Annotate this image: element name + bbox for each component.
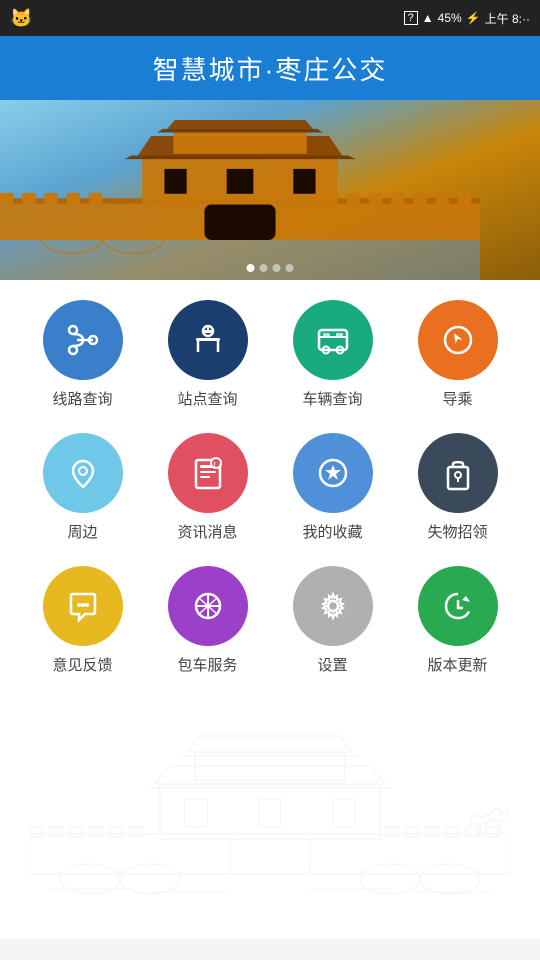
status-bar: 🐱 ? ▲ 45% ⚡ 上午 8:·· xyxy=(0,0,540,36)
feedback-icon-bg xyxy=(43,566,123,646)
route-query-icon-bg xyxy=(43,300,123,380)
app-title: 智慧城市·枣庄公交 xyxy=(153,50,388,87)
cat-icon: 🐱 xyxy=(10,8,32,29)
charter-icon-bg xyxy=(168,566,248,646)
grid-row-2: 周边 ! 资讯消息 我的收藏 xyxy=(20,433,520,542)
svg-text:!: ! xyxy=(213,462,215,469)
hero-dot-1[interactable] xyxy=(247,264,255,272)
settings-label: 设置 xyxy=(317,654,347,675)
stop-icon xyxy=(188,320,228,360)
hero-pagination xyxy=(247,264,294,272)
menu-item-stop-query[interactable]: 站点查询 xyxy=(153,300,263,409)
nearby-label: 周边 xyxy=(67,521,97,542)
watermark-building xyxy=(30,724,510,924)
menu-item-vehicle-query[interactable]: 车辆查询 xyxy=(278,300,388,409)
hero-banner[interactable] xyxy=(0,100,540,280)
feedback-icon xyxy=(63,586,103,626)
vehicle-icon xyxy=(313,320,353,360)
time-display: 上午 8:·· xyxy=(485,10,530,27)
guide-label: 导乘 xyxy=(442,388,472,409)
guide-icon-bg xyxy=(418,300,498,380)
hero-dot-4[interactable] xyxy=(286,264,294,272)
news-icon-bg: ! xyxy=(168,433,248,513)
charter-icon xyxy=(188,586,228,626)
news-icon: ! xyxy=(188,453,228,493)
grid-row-3: 意见反馈 包车服务 设置 xyxy=(20,566,520,675)
lost-icon xyxy=(438,453,478,493)
favorites-icon xyxy=(313,453,353,493)
nearby-icon xyxy=(63,453,103,493)
settings-icon-bg xyxy=(293,566,373,646)
app-header: 智慧城市·枣庄公交 xyxy=(0,36,540,100)
menu-item-charter[interactable]: 包车服务 xyxy=(153,566,263,675)
menu-item-news[interactable]: ! 资讯消息 xyxy=(153,433,263,542)
charging-icon: ⚡ xyxy=(466,11,481,25)
hero-building-illustration xyxy=(0,120,480,280)
nearby-icon-bg xyxy=(43,433,123,513)
news-label: 资讯消息 xyxy=(177,521,237,542)
menu-item-nearby[interactable]: 周边 xyxy=(28,433,138,542)
lost-found-icon-bg xyxy=(418,433,498,513)
charter-label: 包车服务 xyxy=(177,654,237,675)
menu-item-feedback[interactable]: 意见反馈 xyxy=(28,566,138,675)
bottom-watermark xyxy=(0,709,540,939)
hero-dot-2[interactable] xyxy=(260,264,268,272)
menu-item-update[interactable]: 版本更新 xyxy=(403,566,513,675)
update-icon xyxy=(438,586,478,626)
menu-item-guide[interactable]: 导乘 xyxy=(403,300,513,409)
stop-query-label: 站点查询 xyxy=(177,388,237,409)
main-menu-grid: 线路查询 站点查询 xyxy=(0,280,540,709)
grid-row-1: 线路查询 站点查询 xyxy=(20,300,520,409)
lost-found-label: 失物招领 xyxy=(427,521,487,542)
menu-item-settings[interactable]: 设置 xyxy=(278,566,388,675)
update-label: 版本更新 xyxy=(427,654,487,675)
favorites-icon-bg xyxy=(293,433,373,513)
menu-item-lost-found[interactable]: 失物招领 xyxy=(403,433,513,542)
feedback-label: 意见反馈 xyxy=(52,654,112,675)
vehicle-query-label: 车辆查询 xyxy=(302,388,362,409)
signal-icon: ▲ xyxy=(422,11,434,25)
favorites-label: 我的收藏 xyxy=(302,521,362,542)
update-icon-bg xyxy=(418,566,498,646)
stop-query-icon-bg xyxy=(168,300,248,380)
vehicle-query-icon-bg xyxy=(293,300,373,380)
battery-text: 45% xyxy=(438,11,462,25)
question-icon: ? xyxy=(404,11,418,25)
hero-dot-3[interactable] xyxy=(273,264,281,272)
settings-icon xyxy=(313,586,353,626)
guide-icon xyxy=(438,320,478,360)
route-query-label: 线路查询 xyxy=(52,388,112,409)
menu-item-favorites[interactable]: 我的收藏 xyxy=(278,433,388,542)
route-icon xyxy=(63,320,103,360)
menu-item-route-query[interactable]: 线路查询 xyxy=(28,300,138,409)
